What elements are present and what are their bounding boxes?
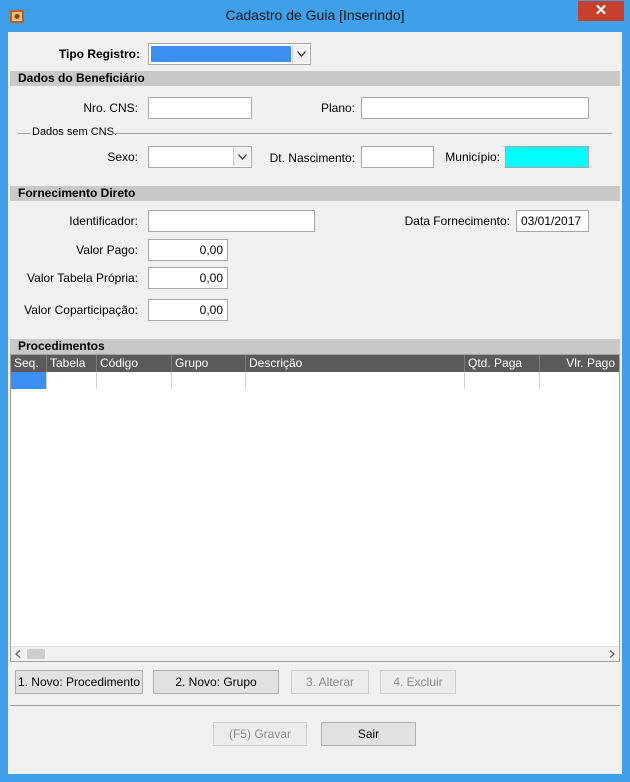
plano-label: Plano: — [320, 101, 355, 115]
grid-row-line — [246, 372, 465, 389]
dt-nascimento-input[interactable] — [361, 146, 434, 168]
footer-separator — [10, 705, 620, 706]
chevron-down-icon — [238, 154, 247, 160]
dt-nascimento-label: Dt. Nascimento: — [269, 151, 355, 165]
dados-sem-cns-label: Dados sem CNS. — [32, 126, 117, 138]
novo-grupo-button[interactable]: 2. Novo: Grupo — [153, 670, 279, 694]
tipo-registro-dropdown[interactable] — [292, 45, 309, 63]
column-header-descricao[interactable]: Descrição — [246, 355, 465, 372]
column-header-codigo[interactable]: Código — [97, 355, 172, 372]
window-title: Cadastro de Guia [Inserindo] — [225, 7, 405, 23]
valor-coparticipacao-input[interactable]: 0,00 — [148, 299, 228, 321]
plano-input[interactable] — [361, 97, 589, 119]
gravar-button[interactable]: (F5) Gravar — [213, 722, 307, 746]
grid-row-line — [97, 372, 172, 389]
section-procedimentos: Procedimentos — [10, 339, 620, 354]
valor-coparticipacao-label: Valor Coparticipação: — [24, 303, 138, 317]
window: Cadastro de Guia [Inserindo] ✕ Tipo Regi… — [0, 0, 630, 782]
identificador-label: Identificador: — [69, 214, 138, 228]
title-bar[interactable]: Cadastro de Guia [Inserindo] ✕ — [0, 0, 630, 32]
tipo-registro-label: Tipo Registro: — [58, 47, 140, 61]
nro-cns-input[interactable] — [148, 97, 252, 119]
sexo-select[interactable] — [148, 146, 252, 168]
scroll-left-icon[interactable] — [15, 650, 21, 658]
valor-tabela-propria-label: Valor Tabela Própria: — [27, 271, 138, 285]
alterar-button[interactable]: 3. Alterar — [291, 670, 369, 694]
column-header-tabela[interactable]: Tabela — [47, 355, 97, 372]
valor-pago-input[interactable]: 0,00 — [148, 239, 228, 261]
horizontal-scrollbar[interactable] — [11, 646, 619, 661]
sair-button[interactable]: Sair — [321, 722, 416, 746]
sexo-dropdown[interactable] — [233, 148, 250, 166]
close-button[interactable]: ✕ — [578, 1, 624, 21]
section-fornecimento: Fornecimento Direto — [10, 186, 620, 201]
grid-header: Seq. Tabela Código Grupo Descrição Qtd. … — [11, 355, 619, 372]
grid-row-line — [47, 372, 97, 389]
grid-row-line — [465, 372, 540, 389]
identificador-input[interactable] — [148, 210, 315, 232]
municipio-label: Município: — [445, 150, 500, 164]
data-fornecimento-label: Data Fornecimento: — [404, 214, 510, 228]
form-area: Tipo Registro: Dados do Beneficiário Nro… — [8, 32, 622, 774]
section-beneficiario: Dados do Beneficiário — [10, 71, 620, 86]
procedimentos-grid[interactable]: Seq. Tabela Código Grupo Descrição Qtd. … — [10, 354, 620, 662]
column-header-seq[interactable]: Seq. — [11, 355, 47, 372]
column-header-qtd-paga[interactable]: Qtd. Paga — [465, 355, 540, 372]
chevron-down-icon — [297, 51, 306, 57]
excluir-button[interactable]: 4. Excluir — [380, 670, 456, 694]
column-header-grupo[interactable]: Grupo — [172, 355, 246, 372]
data-fornecimento-input[interactable]: 03/01/2017 — [516, 210, 589, 232]
municipio-input[interactable] — [505, 146, 589, 168]
novo-procedimento-button[interactable]: 1. Novo: Procedimento — [15, 670, 143, 694]
scroll-right-icon[interactable] — [609, 650, 615, 658]
group-line-left — [18, 133, 30, 134]
valor-tabela-propria-input[interactable]: 0,00 — [148, 267, 228, 289]
grid-row-line — [172, 372, 246, 389]
tipo-registro-selected-value — [151, 46, 291, 62]
group-line-right — [112, 133, 612, 134]
sexo-label: Sexo: — [107, 150, 138, 164]
column-header-vlr-pago[interactable]: Vlr. Pago — [540, 355, 619, 372]
valor-pago-label: Valor Pago: — [76, 243, 138, 257]
nro-cns-label: Nro. CNS: — [83, 101, 138, 115]
scrollbar-thumb[interactable] — [27, 649, 45, 659]
selected-cell[interactable] — [11, 372, 47, 389]
tipo-registro-select[interactable] — [148, 43, 311, 65]
